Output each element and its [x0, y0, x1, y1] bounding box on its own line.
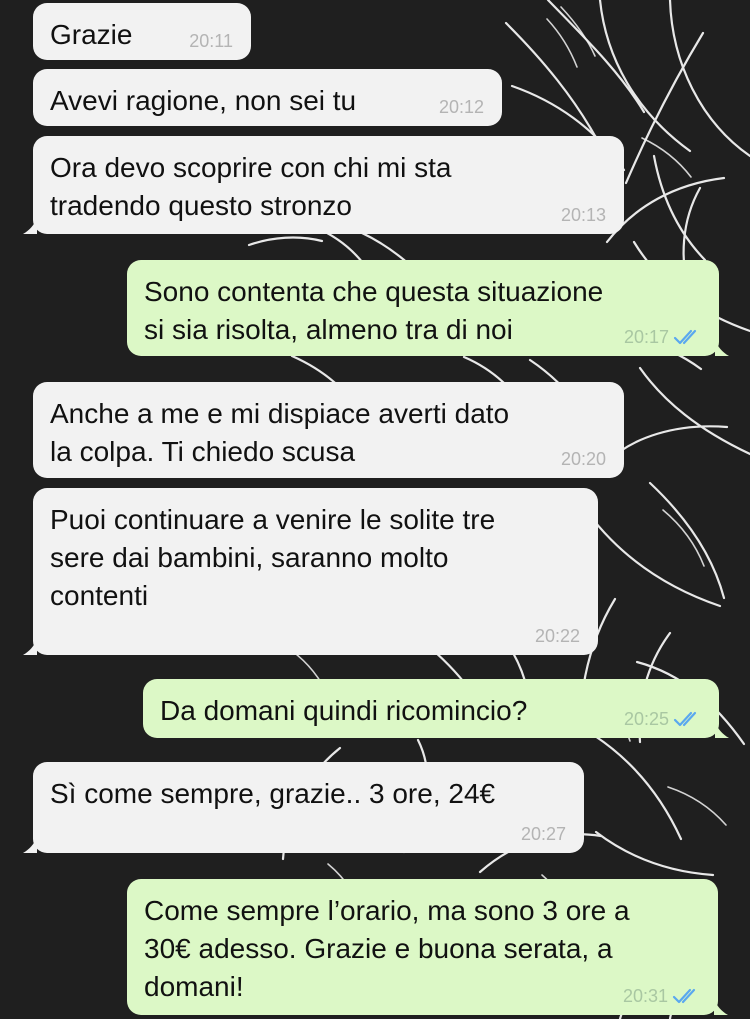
- bubble-tail: [23, 639, 37, 655]
- message-meta: 20:31: [623, 985, 700, 1007]
- message-text: Da domani quindi ricomincio?: [160, 695, 528, 726]
- outgoing-message-bubble[interactable]: Da domani quindi ricomincio? 20:25: [143, 679, 729, 738]
- bubble-tail: [714, 999, 728, 1015]
- message-meta: 20:12: [439, 96, 484, 118]
- message-meta: 20:27: [521, 823, 566, 845]
- bubble-tail: [23, 837, 37, 853]
- double-check-icon: [673, 329, 697, 345]
- bubble-tail: [23, 218, 37, 234]
- incoming-message-bubble[interactable]: Anche a me e mi dispiace averti dato la …: [33, 382, 624, 478]
- message-text: Ora devo scoprire con chi mi sta tradend…: [50, 152, 452, 221]
- message-meta: 20:20: [561, 448, 606, 470]
- message-text: Sono contenta che questa situazione si s…: [144, 276, 604, 345]
- message-timestamp: 20:13: [560, 205, 606, 225]
- message-timestamp: 20:11: [189, 31, 233, 51]
- message-text: Grazie: [50, 19, 133, 50]
- message-timestamp: 20:17: [623, 327, 669, 347]
- message-meta: 20:13: [561, 204, 606, 226]
- bubble-tail: [715, 722, 729, 738]
- message-timestamp: 20:12: [438, 97, 484, 117]
- incoming-message-bubble[interactable]: Ora devo scoprire con chi mi sta tradend…: [23, 136, 624, 234]
- message-text: Anche a me e mi dispiace averti dato la …: [50, 398, 510, 467]
- message-timestamp: 20:25: [623, 709, 669, 729]
- message-text: Avevi ragione, non sei tu: [50, 85, 357, 116]
- message-meta: 20:25: [624, 708, 701, 730]
- message-timestamp: 20:27: [520, 824, 566, 844]
- bubble-tail: [715, 340, 729, 356]
- double-check-icon: [672, 988, 696, 1004]
- message-timestamp: 20:20: [560, 449, 606, 469]
- message-text: Come sempre l’orario, ma sono 3 ore a 30…: [144, 895, 630, 1002]
- message-timestamp: 20:22: [534, 626, 580, 646]
- incoming-message-bubble[interactable]: Grazie 20:11: [33, 3, 251, 60]
- message-text: Puoi continuare a venire le solite tre s…: [50, 504, 496, 611]
- message-timestamp: 20:31: [622, 986, 668, 1006]
- message-meta: 20:22: [535, 625, 580, 647]
- double-check-icon: [673, 711, 697, 727]
- message-text: Sì come sempre, grazie.. 3 ore, 24€: [50, 778, 496, 809]
- incoming-message-bubble[interactable]: Puoi continuare a venire le solite tre s…: [23, 488, 598, 655]
- message-meta: 20:11: [189, 30, 233, 52]
- outgoing-message-bubble[interactable]: Sono contenta che questa situazione si s…: [127, 260, 729, 356]
- incoming-message-bubble[interactable]: Avevi ragione, non sei tu 20:12: [33, 69, 502, 126]
- message-meta: 20:17: [624, 326, 701, 348]
- incoming-message-bubble[interactable]: Sì come sempre, grazie.. 3 ore, 24€ 20:27: [23, 762, 584, 853]
- outgoing-message-bubble[interactable]: Come sempre l’orario, ma sono 3 ore a 30…: [127, 879, 728, 1015]
